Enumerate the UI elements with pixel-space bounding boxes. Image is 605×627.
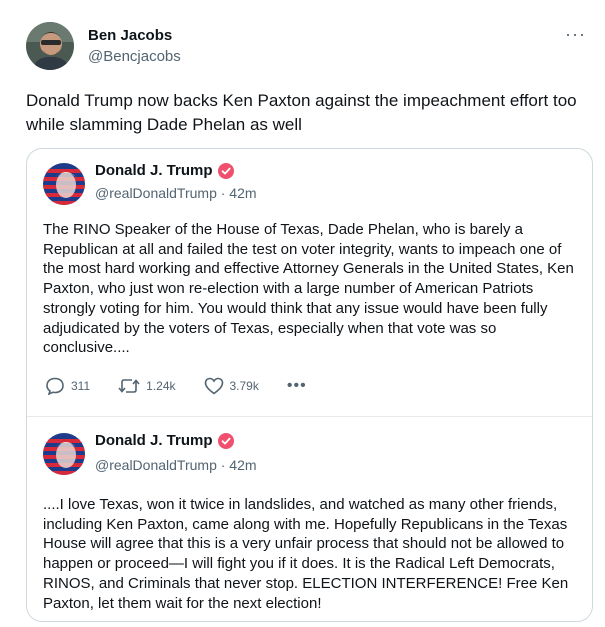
post-divider xyxy=(27,416,592,417)
repost-count: 1.24k xyxy=(146,379,176,393)
repost-icon xyxy=(118,379,140,393)
post-actions: 311 1.24k 3.79k ••• xyxy=(45,377,307,395)
post-body: The RINO Speaker of the House of Texas, … xyxy=(43,221,574,357)
tweet-text: Donald Trump now backs Ken Paxton agains… xyxy=(26,91,577,134)
post-meta: @realDonaldTrump · 42m xyxy=(95,185,257,201)
reply-count: 311 xyxy=(71,379,91,393)
post-author-name: Donald J. Trump xyxy=(95,162,234,179)
author-handle[interactable]: @Bencjacobs xyxy=(88,48,181,65)
reply-icon xyxy=(46,377,64,395)
like-button[interactable]: 3.79k xyxy=(204,377,259,395)
more-options-button[interactable]: ··· xyxy=(565,24,586,45)
tweet-header: Ben Jacobs @Bencjacobs ··· xyxy=(26,22,586,72)
post-author-name-text: Donald J. Trump xyxy=(95,432,213,449)
post-body: ....I love Texas, won it twice in landsl… xyxy=(43,496,569,612)
author-name[interactable]: Ben Jacobs xyxy=(88,27,172,44)
verified-badge-icon xyxy=(217,432,234,449)
heart-icon xyxy=(204,377,223,395)
embedded-screenshot[interactable]: Donald J. Trump @realDonaldTrump · 42m T… xyxy=(26,148,593,622)
post-meta: @realDonaldTrump · 42m xyxy=(95,457,257,473)
post-author-name-text: Donald J. Trump xyxy=(95,162,213,179)
repost-button[interactable]: 1.24k xyxy=(118,377,176,395)
post-avatar xyxy=(43,433,85,475)
avatar-photo xyxy=(26,22,74,70)
avatar[interactable] xyxy=(26,22,74,70)
verified-badge-icon xyxy=(217,162,234,179)
tweet: Ben Jacobs @Bencjacobs ··· Donald Trump … xyxy=(0,0,605,627)
reply-button[interactable]: 311 xyxy=(45,377,90,395)
post-more-button[interactable]: ••• xyxy=(287,377,307,395)
post-avatar xyxy=(43,163,85,205)
post-author-name: Donald J. Trump xyxy=(95,432,234,449)
like-count: 3.79k xyxy=(229,379,259,393)
flag-portrait-avatar-icon xyxy=(43,433,85,475)
flag-portrait-avatar-icon xyxy=(43,163,85,205)
